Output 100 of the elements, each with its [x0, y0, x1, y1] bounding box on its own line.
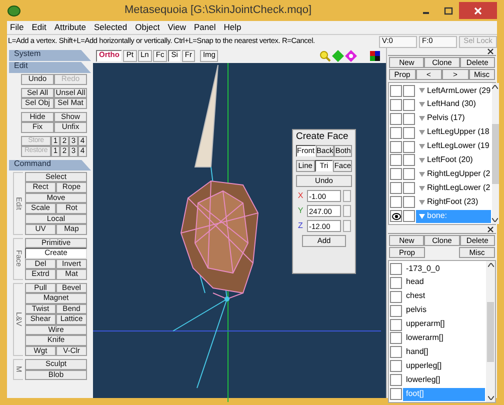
checkbox[interactable]	[403, 182, 415, 194]
section-header[interactable]: Command	[9, 160, 91, 170]
item-label: LeftLegUpper (18	[427, 128, 490, 138]
checkbox[interactable]	[403, 196, 415, 208]
menu-item[interactable]: Edit	[32, 22, 46, 32]
collapse-arrow-icon[interactable]	[419, 130, 425, 136]
spin-button[interactable]	[343, 190, 351, 202]
checkbox[interactable]	[403, 154, 415, 166]
collapse-arrow-icon[interactable]	[419, 144, 425, 150]
item-label: -173_0_0	[406, 264, 440, 274]
menu-item[interactable]: Attribute	[54, 22, 86, 32]
checkbox[interactable]	[390, 360, 402, 372]
list-item[interactable]: RightLegLower (2	[416, 182, 491, 195]
checkbox[interactable]	[403, 98, 415, 111]
list-item[interactable]: head	[403, 276, 485, 290]
item-label: foot[]	[406, 390, 424, 398]
close-button[interactable]	[459, 2, 497, 19]
checkbox[interactable]	[390, 182, 402, 194]
collapse-arrow-icon[interactable]	[419, 158, 425, 163]
list-item[interactable]: chest	[403, 290, 485, 304]
list-item[interactable]: lowerleg[]	[403, 374, 485, 387]
maximize-icon[interactable]	[444, 6, 452, 14]
item-label: hand[]	[406, 348, 428, 357]
checkbox[interactable]	[403, 126, 415, 139]
checkbox[interactable]	[390, 388, 402, 400]
checkbox[interactable]	[403, 112, 415, 125]
list-item[interactable]: hand[]	[403, 346, 485, 359]
checkbox[interactable]	[390, 98, 402, 111]
rotate-view-icon[interactable]	[345, 50, 357, 62]
scrollbar[interactable]	[492, 83, 499, 224]
menu-item[interactable]: File	[10, 22, 24, 32]
checkbox[interactable]	[390, 262, 402, 275]
section-header[interactable]: Edit	[9, 62, 91, 73]
item-label: lowerleg[]	[406, 376, 440, 385]
checkbox[interactable]	[403, 210, 415, 222]
collapse-arrow-icon[interactable]	[419, 102, 425, 108]
collapse-arrow-icon[interactable]	[419, 214, 425, 219]
collapse-arrow-icon[interactable]	[419, 172, 425, 177]
menu-item[interactable]: Panel	[194, 22, 216, 32]
close-icon[interactable]	[487, 48, 494, 55]
list-item[interactable]: RightFoot (23)	[416, 196, 491, 209]
list-item[interactable]: Pelvis (17)	[416, 112, 491, 126]
checkbox[interactable]	[390, 168, 402, 180]
list-item[interactable]: -173_0_0	[403, 262, 485, 276]
menu-item[interactable]: Selected	[94, 22, 128, 32]
list-item[interactable]: RightLegUpper (2	[416, 168, 491, 181]
checkbox[interactable]	[390, 126, 402, 139]
item-label: LeftHand (30)	[427, 100, 476, 110]
scroll-up-icon[interactable]	[492, 85, 498, 89]
checkbox[interactable]	[390, 290, 402, 303]
axis-label: X	[296, 192, 304, 201]
close-icon[interactable]	[487, 226, 494, 233]
color-grid-icon[interactable]	[370, 50, 380, 60]
collapse-arrow-icon[interactable]	[419, 88, 425, 94]
list-item[interactable]: upperleg[]	[403, 360, 485, 373]
menu-item[interactable]: Help	[224, 22, 242, 32]
collapse-arrow-icon[interactable]	[419, 116, 425, 122]
menu-item[interactable]: Object	[135, 22, 160, 32]
checkbox[interactable]	[403, 84, 415, 97]
list-item[interactable]: LeftFoot (20)	[416, 154, 491, 167]
item-label: head	[406, 278, 424, 288]
item-label: bone:	[427, 212, 448, 220]
item-label: RightFoot (23)	[427, 198, 478, 207]
scrollbar[interactable]	[486, 261, 495, 402]
checkbox[interactable]	[390, 332, 402, 344]
item-label: upperarm[]	[406, 320, 445, 329]
list-item[interactable]: LeftLegLower (19	[416, 140, 491, 154]
dialog-title: Create Face	[296, 132, 350, 142]
scroll-down-icon[interactable]	[492, 218, 498, 222]
checkbox[interactable]	[390, 318, 402, 331]
item-label: LeftLegLower (19	[427, 142, 490, 151]
checkbox[interactable]	[390, 196, 402, 208]
scroll-up-icon[interactable]	[488, 263, 494, 267]
checkbox[interactable]	[390, 210, 402, 222]
checkbox[interactable]	[390, 276, 402, 289]
list-item[interactable]: LeftArmLower (29	[416, 84, 491, 98]
checkbox[interactable]	[390, 304, 402, 317]
list-item[interactable]: LeftHand (30)	[416, 98, 491, 112]
list-item[interactable]: upperarm[]	[403, 318, 485, 332]
list-item[interactable]: lowerarm[]	[403, 332, 485, 345]
checkbox[interactable]	[390, 154, 402, 166]
section-header[interactable]: System	[9, 50, 91, 61]
menu-item[interactable]: View	[168, 22, 186, 32]
item-label: lowerarm[]	[406, 334, 444, 343]
spin-button[interactable]	[343, 205, 351, 218]
checkbox[interactable]	[390, 346, 402, 358]
scroll-down-icon[interactable]	[488, 396, 494, 400]
collapse-arrow-icon[interactable]	[419, 200, 425, 205]
checkbox[interactable]	[390, 140, 402, 153]
spin-button[interactable]	[343, 220, 351, 232]
list-item[interactable]: LeftLegUpper (18	[416, 126, 491, 140]
checkbox[interactable]	[403, 168, 415, 180]
checkbox[interactable]	[390, 84, 402, 97]
zoom-icon[interactable]	[319, 50, 331, 62]
collapse-arrow-icon[interactable]	[419, 186, 425, 191]
checkbox[interactable]	[390, 112, 402, 125]
list-item[interactable]: pelvis	[403, 304, 485, 318]
checkbox[interactable]	[403, 140, 415, 153]
checkbox[interactable]	[390, 374, 402, 386]
item-label: RightLegLower (2	[427, 184, 490, 193]
